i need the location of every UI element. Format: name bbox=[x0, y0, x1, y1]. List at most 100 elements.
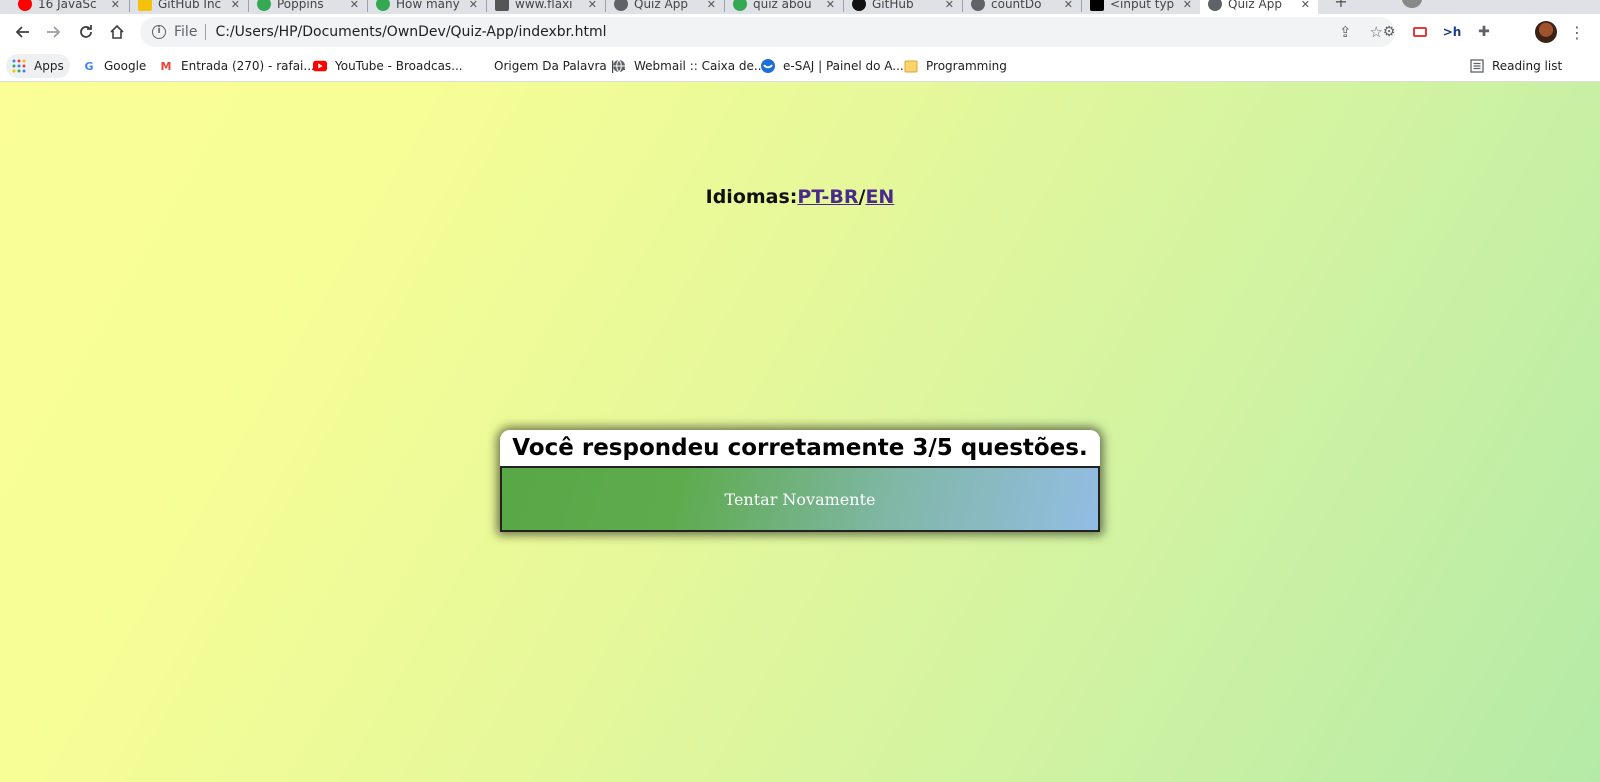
tab[interactable]: How many ✕ bbox=[368, 0, 486, 14]
github-icon bbox=[852, 0, 866, 11]
bookmark-label: Apps bbox=[34, 59, 64, 73]
reload-button[interactable] bbox=[72, 18, 100, 46]
shield-icon bbox=[761, 59, 775, 73]
tab-title: Quiz App bbox=[1228, 0, 1282, 11]
arrow-left-icon bbox=[15, 26, 29, 38]
bookmarks-bar: Apps G Google M Entrada (270) - rafai...… bbox=[0, 50, 1600, 82]
tab-title: quiz abou bbox=[753, 0, 812, 11]
extension-screen-icon[interactable] bbox=[1408, 20, 1432, 44]
tab[interactable]: <input typ ✕ bbox=[1082, 0, 1200, 14]
retry-button[interactable]: Tentar Novamente bbox=[500, 468, 1100, 532]
close-icon[interactable]: ✕ bbox=[582, 0, 597, 11]
google-icon bbox=[376, 0, 390, 11]
tab-title: <input typ bbox=[1110, 0, 1175, 11]
tab-title: GitHub bbox=[872, 0, 914, 11]
site-icon bbox=[495, 0, 509, 11]
language-link-en[interactable]: EN bbox=[865, 186, 894, 208]
close-icon[interactable]: ✕ bbox=[701, 0, 716, 11]
close-icon[interactable]: ✕ bbox=[939, 0, 954, 11]
bookmark-google[interactable]: G Google bbox=[78, 54, 150, 78]
puzzle-icon[interactable]: ✚ bbox=[1472, 20, 1496, 44]
quiz-result-card: Você respondeu corretamente 3/5 questões… bbox=[500, 430, 1100, 532]
bookmark-label: YouTube - Broadcas... bbox=[335, 59, 463, 73]
url-text: C:/Users/HP/Documents/OwnDev/Quiz-App/in… bbox=[215, 24, 607, 40]
result-heading: Você respondeu corretamente 3/5 questões… bbox=[500, 430, 1100, 468]
tab[interactable]: Poppins ✕ bbox=[249, 0, 367, 14]
globe-icon bbox=[612, 59, 626, 73]
bookmark-youtube[interactable]: YouTube - Broadcas... bbox=[309, 54, 467, 78]
extension-gear-icon[interactable]: ⚙ bbox=[1377, 20, 1401, 44]
google-icon: G bbox=[84, 59, 94, 73]
reading-list-label: Reading list bbox=[1492, 59, 1563, 73]
tab-title: countDo bbox=[991, 0, 1042, 11]
browser-toolbar: i File C:/Users/HP/Documents/OwnDev/Quiz… bbox=[0, 14, 1600, 50]
close-icon[interactable]: ✕ bbox=[1058, 0, 1073, 11]
page-viewport: Idiomas:PT-BR/EN Você respondeu corretam… bbox=[0, 82, 1600, 782]
tab[interactable]: quiz abou ✕ bbox=[725, 0, 843, 14]
tab-title: 16 JavaSc bbox=[38, 0, 97, 11]
google-icon bbox=[733, 0, 747, 11]
tab[interactable]: GitHub Inc ✕ bbox=[130, 0, 248, 14]
bookmark-apps[interactable]: Apps bbox=[6, 54, 70, 78]
gmail-icon: M bbox=[160, 59, 172, 73]
blank-icon bbox=[472, 59, 486, 73]
share-icon[interactable]: ⇪ bbox=[1339, 23, 1352, 41]
language-selector: Idiomas:PT-BR/EN bbox=[0, 186, 1600, 208]
tab-search-icon[interactable] bbox=[1402, 0, 1422, 8]
home-button[interactable] bbox=[103, 18, 131, 46]
tab-active[interactable]: Quiz App ✕ bbox=[1200, 0, 1318, 14]
reading-list-button[interactable]: Reading list bbox=[1466, 54, 1566, 78]
tab-strip: 16 JavaSc ✕ GitHub Inc ✕ Poppins ✕ How m… bbox=[0, 0, 1600, 14]
menu-dots-icon[interactable]: ⋮ bbox=[1565, 20, 1589, 44]
bookmark-label: Google bbox=[104, 59, 147, 73]
globe-icon bbox=[614, 0, 628, 11]
bookmark-label: Entrada (270) - rafai... bbox=[181, 59, 315, 73]
bookmark-esaj[interactable]: e-SAJ | Painel do A... bbox=[757, 54, 908, 78]
reload-icon bbox=[80, 25, 92, 38]
folder-icon bbox=[904, 59, 918, 73]
tab[interactable]: countDo ✕ bbox=[963, 0, 1081, 14]
tab-title: www.flaxi bbox=[515, 0, 573, 11]
reading-list-icon bbox=[1470, 59, 1484, 73]
globe-icon bbox=[1208, 0, 1222, 11]
extension-h-icon[interactable]: >h bbox=[1440, 20, 1464, 44]
new-tab-button[interactable]: + bbox=[1330, 0, 1352, 12]
google-fonts-icon bbox=[257, 0, 271, 11]
tab[interactable]: Quiz App ✕ bbox=[606, 0, 724, 14]
back-button[interactable] bbox=[8, 18, 36, 46]
tab[interactable]: www.flaxi ✕ bbox=[487, 0, 605, 14]
bookmark-label: Webmail :: Caixa de... bbox=[634, 59, 766, 73]
bookmark-label: e-SAJ | Painel do A... bbox=[783, 59, 904, 73]
youtube-icon bbox=[313, 59, 327, 73]
avatar[interactable] bbox=[1535, 21, 1557, 43]
home-icon bbox=[110, 24, 124, 39]
tab-title: GitHub Inc bbox=[158, 0, 222, 11]
globe-icon bbox=[971, 0, 985, 11]
arrow-right-icon bbox=[47, 26, 61, 38]
tab[interactable]: GitHub ✕ bbox=[844, 0, 962, 14]
close-icon[interactable]: ✕ bbox=[820, 0, 835, 11]
tab-title: How many bbox=[396, 0, 460, 11]
info-icon[interactable]: i bbox=[152, 25, 166, 39]
close-icon[interactable]: ✕ bbox=[344, 0, 359, 11]
bookmark-origem[interactable]: Origem Da Palavra |... bbox=[468, 54, 630, 78]
close-icon[interactable]: ✕ bbox=[1177, 0, 1192, 11]
forward-button[interactable] bbox=[40, 18, 68, 46]
site-icon bbox=[1090, 0, 1104, 11]
close-icon[interactable]: ✕ bbox=[105, 0, 120, 11]
url-scheme: File bbox=[174, 24, 198, 40]
tab-title: Poppins bbox=[277, 0, 324, 11]
bookmark-gmail[interactable]: M Entrada (270) - rafai... bbox=[155, 54, 319, 78]
close-icon[interactable]: ✕ bbox=[463, 0, 478, 11]
address-bar[interactable]: i File C:/Users/HP/Documents/OwnDev/Quiz… bbox=[140, 17, 1395, 47]
bookmark-webmail[interactable]: Webmail :: Caixa de... bbox=[608, 54, 769, 78]
close-icon[interactable]: ✕ bbox=[1295, 0, 1310, 11]
bookmark-label: Programming bbox=[926, 59, 1007, 73]
close-icon[interactable]: ✕ bbox=[225, 0, 240, 11]
bookmark-programming-folder[interactable]: Programming bbox=[900, 54, 1011, 78]
language-label: Idiomas: bbox=[705, 186, 798, 208]
tab[interactable]: 16 JavaSc ✕ bbox=[10, 0, 128, 14]
youtube-icon bbox=[18, 0, 32, 11]
tab-title: Quiz App bbox=[634, 0, 688, 11]
language-link-pt-br[interactable]: PT-BR bbox=[797, 186, 858, 208]
